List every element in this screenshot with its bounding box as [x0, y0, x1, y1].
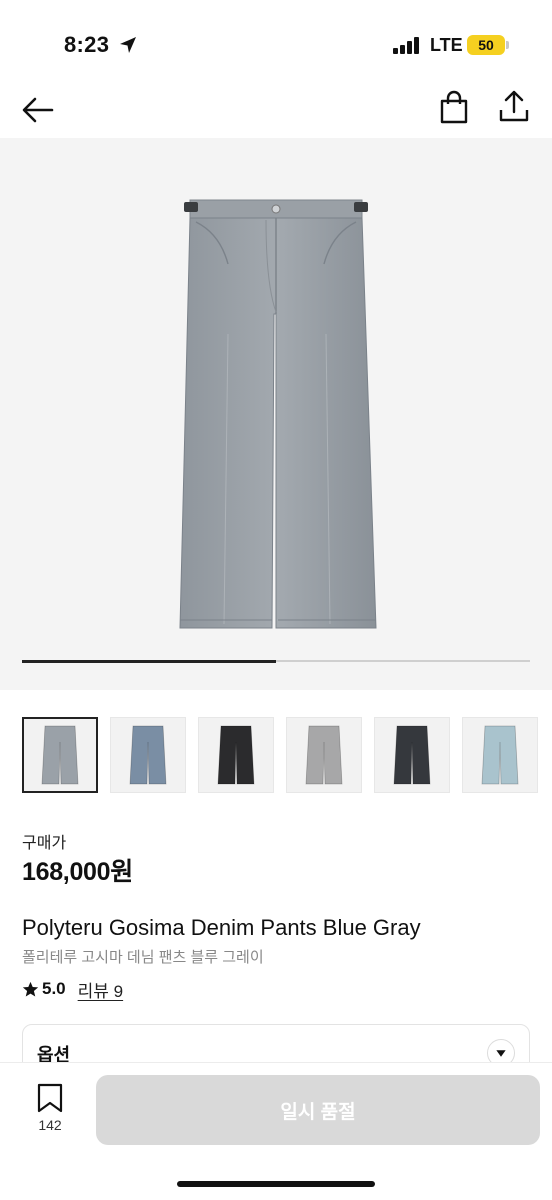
product-title-en: Polyteru Gosima Denim Pants Blue Gray: [22, 915, 421, 940]
top-nav-bar: [0, 88, 552, 136]
thumbnail-6[interactable]: [462, 717, 538, 793]
bookmark-icon: [37, 1083, 63, 1113]
thumbnail-5[interactable]: [374, 717, 450, 793]
status-time: 8:23: [64, 32, 110, 57]
denim-pants-image: [179, 199, 377, 629]
status-bar: 8:23 LTE 50: [0, 0, 552, 88]
cellular-signal-icon: [393, 37, 419, 54]
sold-out-button[interactable]: 일시 품절: [96, 1075, 540, 1145]
shopping-bag-icon[interactable]: [436, 90, 472, 126]
thumbnail-1[interactable]: [22, 717, 98, 793]
thumbnail-pants-image: [481, 725, 519, 785]
battery-indicator: 50: [467, 35, 505, 55]
location-arrow-icon: [120, 37, 136, 53]
thumbnail-strip[interactable]: [22, 717, 552, 795]
thumbnail-pants-image: [305, 725, 343, 785]
thumbnail-2[interactable]: [110, 717, 186, 793]
home-indicator: [177, 1181, 375, 1187]
image-progress-fill: [22, 659, 276, 663]
price-label: 구매가: [22, 835, 67, 852]
thumbnail-4[interactable]: [286, 717, 362, 793]
rating-value: 5.0: [42, 979, 66, 998]
thumbnail-pants-image: [217, 725, 255, 785]
rating-row: 5.0 리뷰 9: [22, 977, 123, 1002]
star-icon: [22, 981, 39, 996]
battery-cap: [506, 41, 509, 49]
thumbnail-pants-image: [129, 725, 167, 785]
price: 168,000원: [22, 858, 133, 886]
thumbnail-pants-image: [41, 725, 79, 785]
review-link[interactable]: 리뷰 9: [78, 977, 123, 1002]
image-progress-track: [22, 659, 530, 663]
network-type: LTE: [430, 35, 463, 55]
bookmark-count: 142: [38, 1117, 62, 1133]
thumbnail-3[interactable]: [198, 717, 274, 793]
bottom-action-bar: 142 일시 품절: [0, 1062, 552, 1200]
product-image-carousel[interactable]: [0, 138, 552, 690]
product-title-ko: 폴리테루 고시마 데님 팬츠 블루 그레이: [22, 949, 264, 966]
share-icon[interactable]: [496, 88, 532, 126]
arrow-left-icon[interactable]: [20, 92, 56, 128]
bookmark-button[interactable]: 142: [24, 1083, 76, 1139]
thumbnail-pants-image: [393, 725, 431, 785]
